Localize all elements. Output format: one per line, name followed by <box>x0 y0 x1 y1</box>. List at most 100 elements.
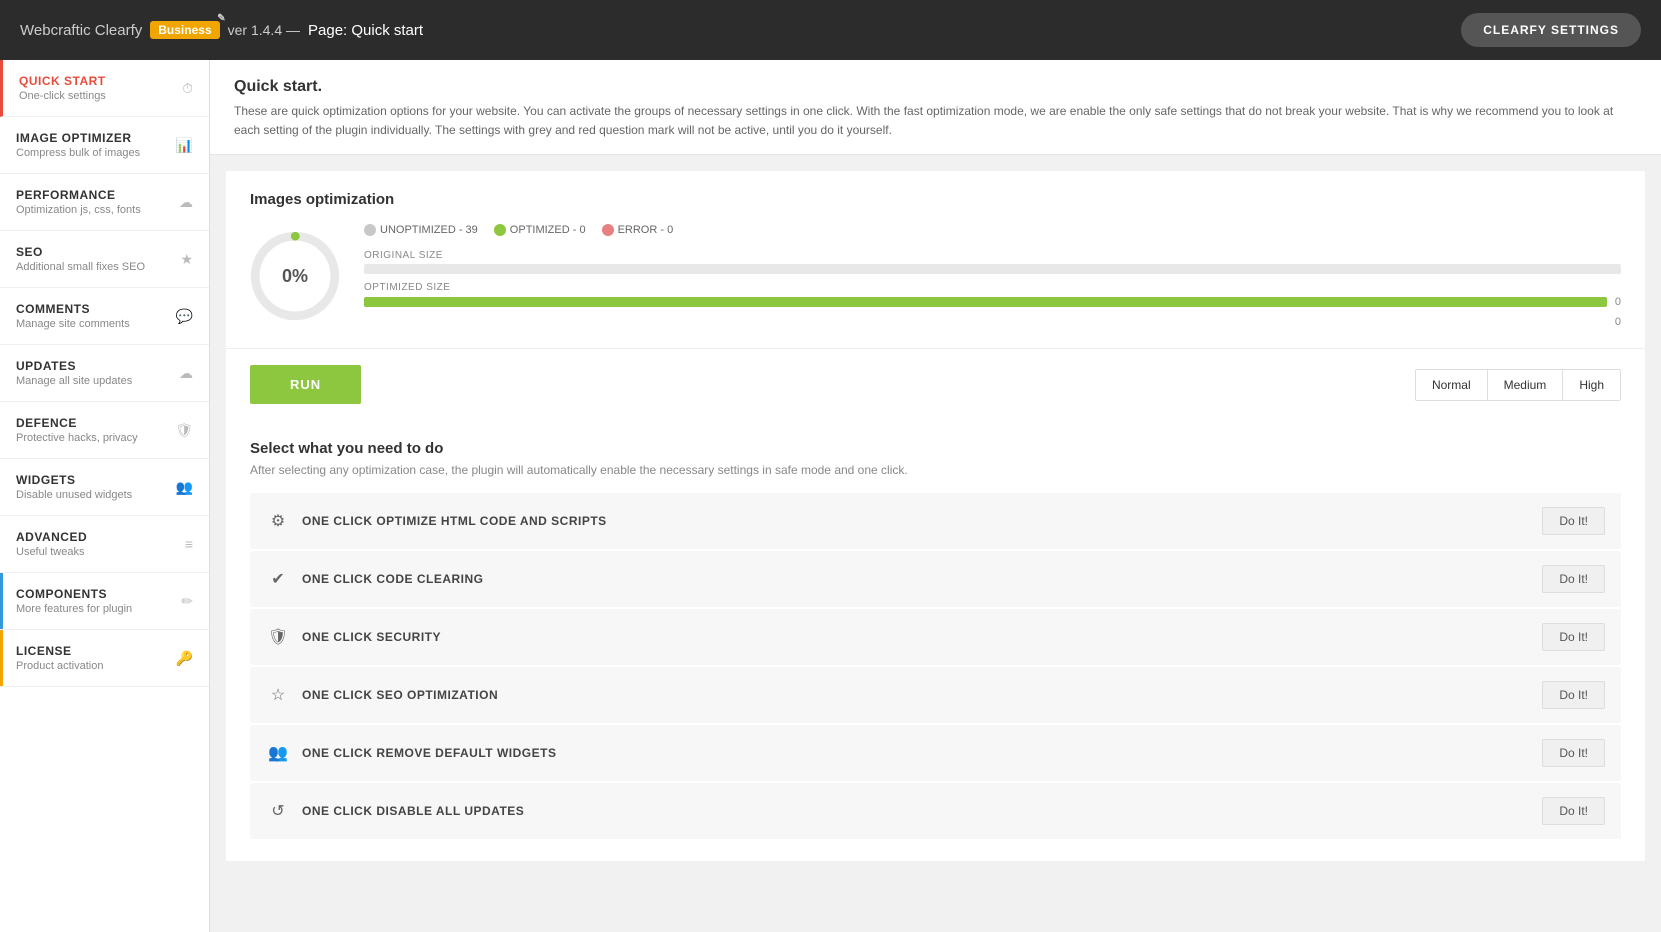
sidebar-item-text: COMPONENTS More features for plugin <box>16 587 173 615</box>
do-it-button[interactable]: Do It! <box>1542 681 1605 709</box>
opt-label: ONE CLICK OPTIMIZE HTML CODE AND SCRIPTS <box>302 514 607 528</box>
sidebar-item-text: ADVANCED Useful tweaks <box>16 530 177 558</box>
opt-row-opt-updates: ↺ ONE CLICK DISABLE ALL UPDATES Do It! <box>250 783 1621 839</box>
content-area: Quick start. These are quick optimizatio… <box>210 60 1661 932</box>
original-size-row: ORIGINAL SIZE <box>364 250 1621 274</box>
sidebar-item-image-optimizer[interactable]: IMAGE OPTIMIZER Compress bulk of images … <box>0 117 209 174</box>
select-section: Select what you need to do After selecti… <box>226 420 1645 861</box>
run-row: RUN NormalMediumHigh <box>226 348 1645 420</box>
do-it-button[interactable]: Do It! <box>1542 797 1605 825</box>
sidebar-item-comments[interactable]: COMMENTS Manage site comments 💬 <box>0 288 209 345</box>
sidebar-item-subtitle: Compress bulk of images <box>16 147 168 159</box>
sidebar-item-widgets[interactable]: WIDGETS Disable unused widgets 👥 <box>0 459 209 516</box>
sidebar-item-text: IMAGE OPTIMIZER Compress bulk of images <box>16 131 168 159</box>
level-btn-high[interactable]: High <box>1563 370 1620 400</box>
sidebar-item-title: COMMENTS <box>16 302 168 316</box>
sidebar-item-icon: ☁ <box>179 365 193 382</box>
do-it-button[interactable]: Do It! <box>1542 565 1605 593</box>
sidebar-item-text: COMMENTS Manage site comments <box>16 302 168 330</box>
legend-item: OPTIMIZED - 0 <box>494 224 586 236</box>
sidebar-item-subtitle: Additional small fixes SEO <box>16 261 172 273</box>
opt-row-left: ✔ ONE CLICK CODE CLEARING <box>266 567 484 591</box>
sidebar-item-icon: ≡ <box>185 536 193 552</box>
original-size-bar-bg <box>364 264 1621 274</box>
content-header: Quick start. These are quick optimizatio… <box>210 60 1661 155</box>
sidebar-item-updates[interactable]: UPDATES Manage all site updates ☁ <box>0 345 209 402</box>
sidebar-item-text: UPDATES Manage all site updates <box>16 359 171 387</box>
sidebar-item-advanced[interactable]: ADVANCED Useful tweaks ≡ <box>0 516 209 573</box>
sidebar-item-seo[interactable]: SEO Additional small fixes SEO ★ <box>0 231 209 288</box>
main-layout: QUICK START One-click settings ⏱ IMAGE O… <box>0 60 1661 932</box>
sidebar-item-components[interactable]: COMPONENTS More features for plugin ✏ <box>0 573 209 630</box>
optimized-size-value2: 0 <box>1615 316 1621 328</box>
sidebar-item-subtitle: Disable unused widgets <box>16 489 168 501</box>
sidebar-item-license[interactable]: LICENSE Product activation 🔑 <box>0 630 209 687</box>
sidebar-item-title: DEFENCE <box>16 416 167 430</box>
sidebar-item-text: WIDGETS Disable unused widgets <box>16 473 168 501</box>
sidebar-item-title: LICENSE <box>16 644 168 658</box>
sidebar-item-quick-start[interactable]: QUICK START One-click settings ⏱ <box>0 60 209 117</box>
opt-row-left: 👥 ONE CLICK REMOVE DEFAULT WIDGETS <box>266 741 556 765</box>
optimized-size-value: 0 <box>1615 296 1621 308</box>
opt-row-left: 🛡 ONE CLICK SECURITY <box>266 625 441 649</box>
sidebar-item-icon: 💬 <box>176 308 193 325</box>
opt-icon: ⚙ <box>266 509 290 533</box>
level-btn-medium[interactable]: Medium <box>1488 370 1564 400</box>
sidebar: QUICK START One-click settings ⏱ IMAGE O… <box>0 60 210 932</box>
do-it-button[interactable]: Do It! <box>1542 507 1605 535</box>
sidebar-item-subtitle: Manage site comments <box>16 318 168 330</box>
sidebar-item-icon: ✏ <box>181 593 193 610</box>
sidebar-item-title: IMAGE OPTIMIZER <box>16 131 168 145</box>
sidebar-item-defence[interactable]: DEFENCE Protective hacks, privacy 🛡 <box>0 402 209 459</box>
sidebar-item-icon: 🔑 <box>176 650 193 667</box>
opt-label: ONE CLICK CODE CLEARING <box>302 572 484 586</box>
legend-item: UNOPTIMIZED - 39 <box>364 224 478 236</box>
donut-percent: 0% <box>282 266 308 287</box>
opt-icon: 👥 <box>266 741 290 765</box>
do-it-button[interactable]: Do It! <box>1542 739 1605 767</box>
business-badge: Business <box>150 21 219 39</box>
sidebar-item-subtitle: Product activation <box>16 660 168 672</box>
brand-name: Webcraftic Clearfy <box>20 22 142 39</box>
run-button[interactable]: RUN <box>250 365 361 404</box>
img-opt-row: 0% UNOPTIMIZED - 39OPTIMIZED - 0ERROR - … <box>250 224 1621 328</box>
sidebar-item-icon: 👥 <box>176 479 193 496</box>
sidebar-item-title: ADVANCED <box>16 530 177 544</box>
sidebar-item-subtitle: Protective hacks, privacy <box>16 432 167 444</box>
opt-icon: ✔ <box>266 567 290 591</box>
sidebar-item-icon: ⏱ <box>182 80 193 97</box>
clearfy-settings-button[interactable]: CLEARFY SETTINGS <box>1461 13 1641 47</box>
opt-row-left: ☆ ONE CLICK SEO OPTIMIZATION <box>266 683 498 707</box>
images-section-title: Images optimization <box>250 191 1621 208</box>
opt-icon: 🛡 <box>266 625 290 649</box>
optimized-size-bar <box>364 297 1607 307</box>
page-description: These are quick optimization options for… <box>234 102 1637 140</box>
opt-row-left: ↺ ONE CLICK DISABLE ALL UPDATES <box>266 799 524 823</box>
sidebar-item-title: WIDGETS <box>16 473 168 487</box>
sidebar-item-performance[interactable]: PERFORMANCE Optimization js, css, fonts … <box>0 174 209 231</box>
header-page: Page: Quick start <box>308 22 423 39</box>
sidebar-item-icon: ☁ <box>179 194 193 211</box>
donut-chart: 0% <box>250 231 340 321</box>
opt-icon: ↺ <box>266 799 290 823</box>
sidebar-item-icon: 📊 <box>176 137 193 154</box>
header-version: ver 1.4.4 — <box>228 22 300 38</box>
sidebar-item-subtitle: Manage all site updates <box>16 375 171 387</box>
opt-row-left: ⚙ ONE CLICK OPTIMIZE HTML CODE AND SCRIP… <box>266 509 607 533</box>
opt-row-opt-widgets: 👥 ONE CLICK REMOVE DEFAULT WIDGETS Do It… <box>250 725 1621 781</box>
sidebar-item-subtitle: One-click settings <box>19 90 174 102</box>
sidebar-item-subtitle: More features for plugin <box>16 603 173 615</box>
sidebar-item-text: PERFORMANCE Optimization js, css, fonts <box>16 188 171 216</box>
sidebar-item-title: PERFORMANCE <box>16 188 171 202</box>
do-it-button[interactable]: Do It! <box>1542 623 1605 651</box>
legend-row: UNOPTIMIZED - 39OPTIMIZED - 0ERROR - 0 <box>364 224 1621 236</box>
sidebar-item-subtitle: Optimization js, css, fonts <box>16 204 171 216</box>
images-optimization-section: Images optimization 0% UNOPTIMIZED - 39 O… <box>226 171 1645 348</box>
header-left: Webcraftic Clearfy Business ver 1.4.4 — … <box>20 21 423 39</box>
original-size-label: ORIGINAL SIZE <box>364 250 1621 261</box>
level-btn-normal[interactable]: Normal <box>1416 370 1488 400</box>
sidebar-item-subtitle: Useful tweaks <box>16 546 177 558</box>
opt-row-opt-html: ⚙ ONE CLICK OPTIMIZE HTML CODE AND SCRIP… <box>250 493 1621 549</box>
sidebar-item-title: SEO <box>16 245 172 259</box>
opt-label: ONE CLICK SEO OPTIMIZATION <box>302 688 498 702</box>
